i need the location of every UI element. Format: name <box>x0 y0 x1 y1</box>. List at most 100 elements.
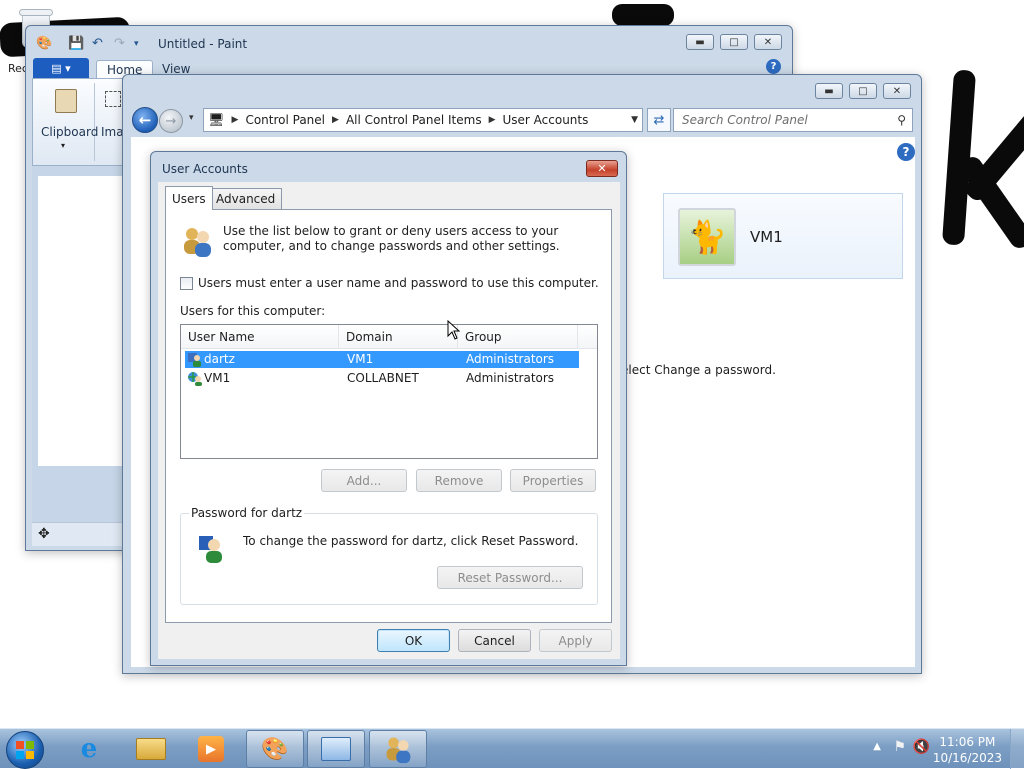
ok-button[interactable]: OK <box>377 629 450 652</box>
paint-file-menu-button[interactable]: ▤ ▾ <box>33 58 89 78</box>
minimize-button[interactable]: ▬ <box>815 83 843 99</box>
dialog-title: User Accounts <box>162 162 248 176</box>
intro-text: Use the list below to grant or deny user… <box>223 224 560 253</box>
redo-icon[interactable]: ↷ <box>114 36 130 52</box>
minimize-icon: ▬ <box>824 85 834 97</box>
cell-group: Administrators <box>466 371 555 385</box>
show-desktop-button[interactable] <box>1010 729 1024 769</box>
breadcrumb-separator-icon[interactable]: ▶ <box>232 115 239 125</box>
password-user-icon <box>199 536 222 563</box>
breadcrumb-all-items[interactable]: All Control Panel Items <box>346 113 482 127</box>
breadcrumb-user-accounts[interactable]: User Accounts <box>503 113 589 127</box>
user-accounts-dialog[interactable]: User Accounts ✕ Users Advanced Use the l… <box>150 151 627 666</box>
clipboard-group[interactable]: Clipboard ▾ <box>37 83 99 161</box>
volume-muted-icon[interactable]: 🔇 <box>913 739 930 755</box>
quick-access-dropdown-icon[interactable]: ▾ <box>134 39 150 55</box>
maximize-icon: □ <box>858 85 868 97</box>
search-icon[interactable]: ⚲ <box>897 113 906 127</box>
column-header-group[interactable]: Group <box>458 325 578 349</box>
apply-button[interactable]: Apply <box>539 629 612 652</box>
minimize-icon: ▬ <box>695 36 705 48</box>
breadcrumb-control-panel[interactable]: Control Panel <box>245 113 325 127</box>
user-picture[interactable]: 🐈 <box>678 208 736 266</box>
require-login-row[interactable]: Users must enter a user name and passwor… <box>180 276 599 290</box>
user-card-name: VM1 <box>750 228 783 246</box>
require-login-checkbox[interactable] <box>180 276 193 290</box>
table-row[interactable]: dartz VM1 Administrators <box>185 351 579 368</box>
clock[interactable]: 11:06 PM 10/16/2023 <box>933 734 1002 766</box>
breadcrumb-separator-icon[interactable]: ▶ <box>489 115 496 125</box>
add-user-button[interactable]: Add... <box>321 469 407 492</box>
cancel-button[interactable]: Cancel <box>458 629 531 652</box>
cell-domain: COLLABNET <box>347 371 419 385</box>
cell-user-name: dartz <box>204 352 235 366</box>
refresh-button[interactable]: ⇄ <box>647 108 671 132</box>
taskbar-user-accounts[interactable] <box>369 730 427 768</box>
clipboard-label: Clipboard <box>41 125 99 139</box>
change-password-hint: elect Change a password. <box>621 363 776 377</box>
maximize-icon: □ <box>729 36 739 48</box>
clock-time: 11:06 PM <box>939 735 996 749</box>
search-input[interactable]: Search Control Panel ⚲ <box>673 108 913 132</box>
taskbar-internet-explorer[interactable]: e <box>60 730 118 768</box>
action-center-flag-icon[interactable]: ⚑ <box>893 739 906 755</box>
taskbar-windows-explorer[interactable] <box>122 730 180 768</box>
start-button[interactable] <box>6 731 44 769</box>
undo-icon[interactable]: ↶ <box>92 36 108 52</box>
close-button[interactable]: ✕ <box>586 160 618 177</box>
domain-user-icon <box>188 372 202 386</box>
require-login-label[interactable]: Users must enter a user name and passwor… <box>198 276 599 290</box>
back-button[interactable]: ← <box>132 107 158 133</box>
listview-header: User Name Domain Group <box>181 325 597 349</box>
breadcrumb-separator-icon[interactable]: ▶ <box>332 115 339 125</box>
properties-button[interactable]: Properties <box>510 469 596 492</box>
recent-pages-dropdown-icon[interactable]: ▾ <box>189 113 194 123</box>
lucky-cat-icon: 🐈 <box>687 218 727 256</box>
cell-domain: VM1 <box>347 352 374 366</box>
select-icon <box>105 91 121 107</box>
maximize-button[interactable]: □ <box>849 83 877 99</box>
user-account-card[interactable]: 🐈 VM1 <box>663 193 903 279</box>
taskbar-media-player[interactable]: ▶ <box>182 730 240 768</box>
scribble-mark <box>612 4 674 26</box>
close-icon: ✕ <box>763 36 773 48</box>
mouse-cursor-icon <box>447 320 461 340</box>
password-instructions: To change the password for dartz, click … <box>243 534 579 548</box>
maximize-button[interactable]: □ <box>720 34 748 50</box>
taskbar-control-panel[interactable] <box>307 730 365 768</box>
paint-canvas[interactable] <box>38 176 128 466</box>
users-icon <box>386 737 411 764</box>
close-button[interactable]: ✕ <box>754 34 782 50</box>
tab-users[interactable]: Users <box>165 186 213 210</box>
help-icon[interactable]: ? <box>897 143 915 161</box>
password-group-title: Password for dartz <box>189 506 305 520</box>
column-header-domain[interactable]: Domain <box>339 325 458 349</box>
control-panel-icon: 🖥 <box>208 112 225 128</box>
minimize-button[interactable]: ▬ <box>686 34 714 50</box>
column-header-user-name[interactable]: User Name <box>181 325 339 349</box>
close-button[interactable]: ✕ <box>883 83 911 99</box>
media-player-icon: ▶ <box>198 736 224 762</box>
taskbar-paint[interactable]: 🎨 <box>246 730 304 768</box>
users-listview[interactable]: User Name Domain Group dartz VM1 Adminis… <box>180 324 598 459</box>
user-icon <box>188 353 201 367</box>
password-groupbox: Password for dartz To change the passwor… <box>180 506 598 605</box>
table-row[interactable]: VM1 COLLABNET Administrators <box>185 370 579 387</box>
internet-explorer-icon: e <box>80 734 98 764</box>
forward-button[interactable]: → <box>159 109 183 133</box>
remove-user-button[interactable]: Remove <box>416 469 502 492</box>
address-dropdown-icon[interactable]: ▼ <box>631 115 638 125</box>
paste-icon <box>55 89 77 113</box>
address-bar[interactable]: 🖥 ▶ Control Panel ▶ All Control Panel It… <box>203 108 643 132</box>
chevron-down-icon: ▾ <box>61 141 66 150</box>
paint-app-icon[interactable]: 🎨 <box>36 36 52 52</box>
save-icon[interactable]: 💾 <box>68 36 84 52</box>
users-tab-panel: Use the list below to grant or deny user… <box>165 209 612 623</box>
help-icon[interactable]: ? <box>766 59 781 74</box>
show-hidden-icons-icon[interactable]: ▲ <box>873 741 881 752</box>
reset-password-button[interactable]: Reset Password... <box>437 566 583 589</box>
arrow-left-icon: ← <box>138 111 152 129</box>
search-placeholder: Search Control Panel <box>682 113 808 127</box>
close-icon: ✕ <box>892 85 902 97</box>
tab-advanced[interactable]: Advanced <box>209 188 283 209</box>
